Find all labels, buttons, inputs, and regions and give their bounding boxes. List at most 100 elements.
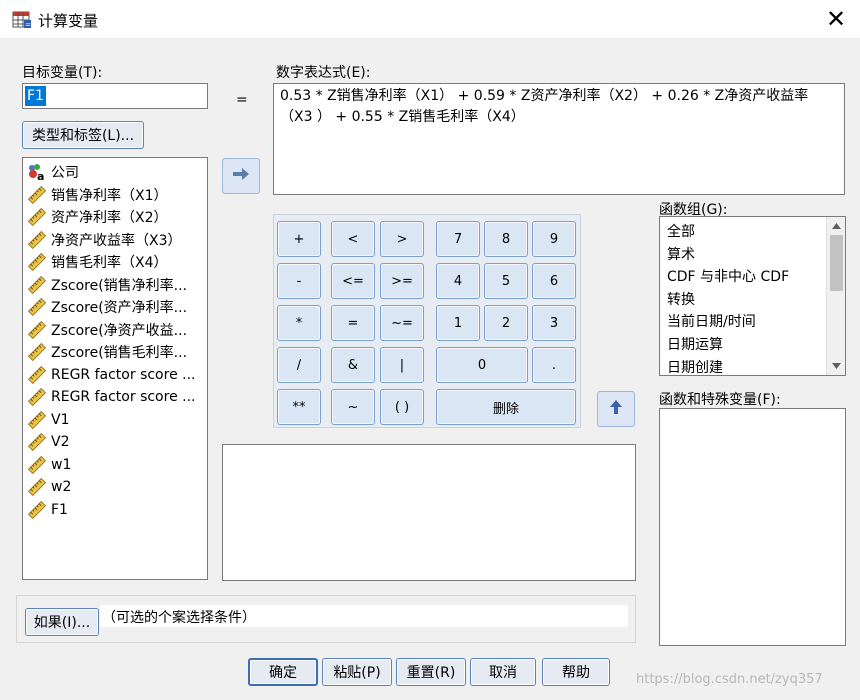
variable-list-item[interactable]: REGR factor score ...: [27, 364, 195, 386]
operator-key[interactable]: ~=: [380, 305, 424, 341]
scale-ruler-icon: [27, 342, 47, 362]
type-and-label-button[interactable]: 类型和标签(L)...: [22, 121, 144, 149]
operator-key[interactable]: =: [331, 305, 375, 341]
scale-ruler-icon: [27, 365, 47, 384]
variable-name: 公司: [51, 165, 79, 181]
cancel-button[interactable]: 取消: [470, 658, 536, 686]
variable-list-item[interactable]: Zscore(销售净利率...: [27, 274, 187, 296]
function-group-item[interactable]: 日期创建: [667, 357, 723, 375]
variable-list-item[interactable]: F1: [27, 499, 68, 521]
function-group-item[interactable]: CDF 与非中心 CDF: [667, 266, 789, 286]
variable-list-item[interactable]: w2: [27, 476, 71, 498]
variable-list-item[interactable]: Zscore(净资产收益...: [27, 319, 187, 341]
operator-key[interactable]: **: [277, 389, 321, 425]
digit-key[interactable]: 1: [436, 305, 480, 341]
scale-ruler-icon: [27, 477, 47, 497]
expression-textarea[interactable]: 0.53 * Z销售净利率（X1） + 0.59 * Z资产净利率（X2） + …: [273, 83, 845, 195]
scale-ruler-icon: [27, 432, 47, 452]
digit-key[interactable]: 4: [436, 263, 480, 299]
function-description-box: [222, 444, 636, 581]
svg-text:=: =: [25, 21, 31, 29]
scroll-thumb[interactable]: [830, 235, 843, 291]
variable-list-item[interactable]: V2: [27, 431, 69, 453]
variable-list-item[interactable]: 销售毛利率（X4）: [27, 251, 168, 273]
variable-list-item[interactable]: Zscore(销售毛利率...: [27, 341, 187, 363]
variable-list[interactable]: a 公司销售净利率（X1） 资产净利率（X2） 净资产收益率（X3） 销售毛利率（X4）…: [22, 157, 208, 580]
variable-list-item[interactable]: REGR factor score ...: [27, 386, 195, 408]
operator-key[interactable]: |: [380, 347, 424, 383]
variable-name: Zscore(销售毛利率...: [51, 345, 188, 361]
svg-text:a: a: [37, 170, 44, 181]
paste-button[interactable]: 粘贴(P): [322, 658, 392, 686]
scale-ruler-icon: [27, 455, 47, 474]
variable-name: F1: [51, 501, 68, 518]
digit-key[interactable]: 6: [532, 263, 576, 299]
function-group-item[interactable]: 转换: [667, 289, 695, 309]
variable-list-item[interactable]: a 公司: [27, 161, 79, 183]
digit-key[interactable]: 8: [484, 221, 528, 257]
variable-name: 资产净利率（X2）: [51, 210, 168, 226]
scroll-up-icon[interactable]: [829, 219, 844, 233]
operator-key[interactable]: &: [331, 347, 375, 383]
target-variable-value: F1: [25, 86, 46, 106]
help-button[interactable]: 帮助: [542, 658, 610, 686]
variable-list-item[interactable]: Zscore(资产净利率...: [27, 296, 187, 318]
digit-key-zero[interactable]: 0: [436, 347, 528, 383]
variable-name: Zscore(净资产收益...: [51, 322, 188, 339]
app-icon: =: [12, 9, 32, 29]
variable-name: V1: [51, 411, 70, 428]
variable-list-item[interactable]: w1: [27, 454, 71, 476]
scale-ruler-icon: [27, 500, 47, 519]
operator-key[interactable]: <: [331, 221, 375, 257]
calculator-keypad: + < > - <= >= * = ~= / & | ** ~( ) 7 8 9 4 5 6 1 2 3 0. 删除: [273, 214, 581, 428]
function-group-item[interactable]: 日期运算: [667, 334, 723, 354]
operator-key[interactable]: +: [277, 221, 321, 257]
target-variable-input[interactable]: F1: [22, 83, 208, 109]
variable-name: REGR factor score ...: [51, 366, 196, 383]
variable-name: 净资产收益率（X3）: [51, 232, 182, 249]
title-bar: = 计算变量 ✕: [0, 0, 860, 38]
function-group-item[interactable]: 当前日期/时间: [667, 311, 756, 331]
close-icon[interactable]: ✕: [820, 4, 852, 34]
digit-key[interactable]: 3: [532, 305, 576, 341]
operator-key[interactable]: <=: [331, 263, 375, 299]
move-to-expression-button[interactable]: [222, 158, 260, 194]
functions-list[interactable]: [659, 408, 846, 646]
digit-key[interactable]: 2: [484, 305, 528, 341]
function-group-scrollbar[interactable]: [826, 217, 845, 375]
operator-key[interactable]: -: [277, 263, 321, 299]
variable-name: REGR factor score ...: [51, 389, 196, 405]
delete-key[interactable]: 删除: [436, 389, 576, 425]
scale-ruler-icon: [27, 207, 47, 227]
scroll-down-icon[interactable]: [829, 359, 844, 373]
operator-key[interactable]: >=: [380, 263, 424, 299]
if-condition-text: （可选的个案选择条件）: [100, 605, 628, 627]
variable-name: w2: [51, 479, 72, 495]
decimal-key[interactable]: .: [532, 347, 576, 383]
operator-key[interactable]: /: [277, 347, 321, 383]
variable-name: Zscore(销售净利率...: [51, 277, 188, 294]
function-group-item[interactable]: 全部: [667, 221, 695, 241]
function-group-list[interactable]: 全部算术 CDF 与非中心 CDF 转换 当前日期/时间 日期运算日期创建: [659, 216, 846, 376]
digit-key[interactable]: 7: [436, 221, 480, 257]
operator-key[interactable]: >: [380, 221, 424, 257]
variable-list-item[interactable]: 资产净利率（X2）: [27, 206, 168, 228]
variable-list-item[interactable]: V1: [27, 409, 69, 431]
variable-list-item[interactable]: 净资产收益率（X3）: [27, 229, 182, 251]
ok-button[interactable]: 确定: [248, 658, 318, 686]
if-button[interactable]: 如果(I)...: [25, 608, 99, 636]
variable-name: 销售净利率（X1）: [51, 187, 168, 204]
operator-key[interactable]: ( ): [380, 389, 424, 425]
operator-key[interactable]: *: [277, 305, 321, 341]
expression-label: 数字表达式(E):: [276, 65, 371, 81]
variable-list-item[interactable]: 销售净利率（X1）: [27, 184, 168, 206]
digit-key[interactable]: 5: [484, 263, 528, 299]
insert-function-button[interactable]: [597, 391, 635, 427]
digit-key[interactable]: 9: [532, 221, 576, 257]
operator-key[interactable]: ~: [331, 389, 375, 425]
scale-ruler-icon: [27, 252, 47, 272]
reset-button[interactable]: 重置(R): [396, 658, 466, 686]
target-variable-label: 目标变量(T):: [22, 65, 103, 81]
function-group-item[interactable]: 算术: [667, 244, 695, 264]
watermark: https://blog.csdn.net/zyq357: [636, 672, 823, 687]
